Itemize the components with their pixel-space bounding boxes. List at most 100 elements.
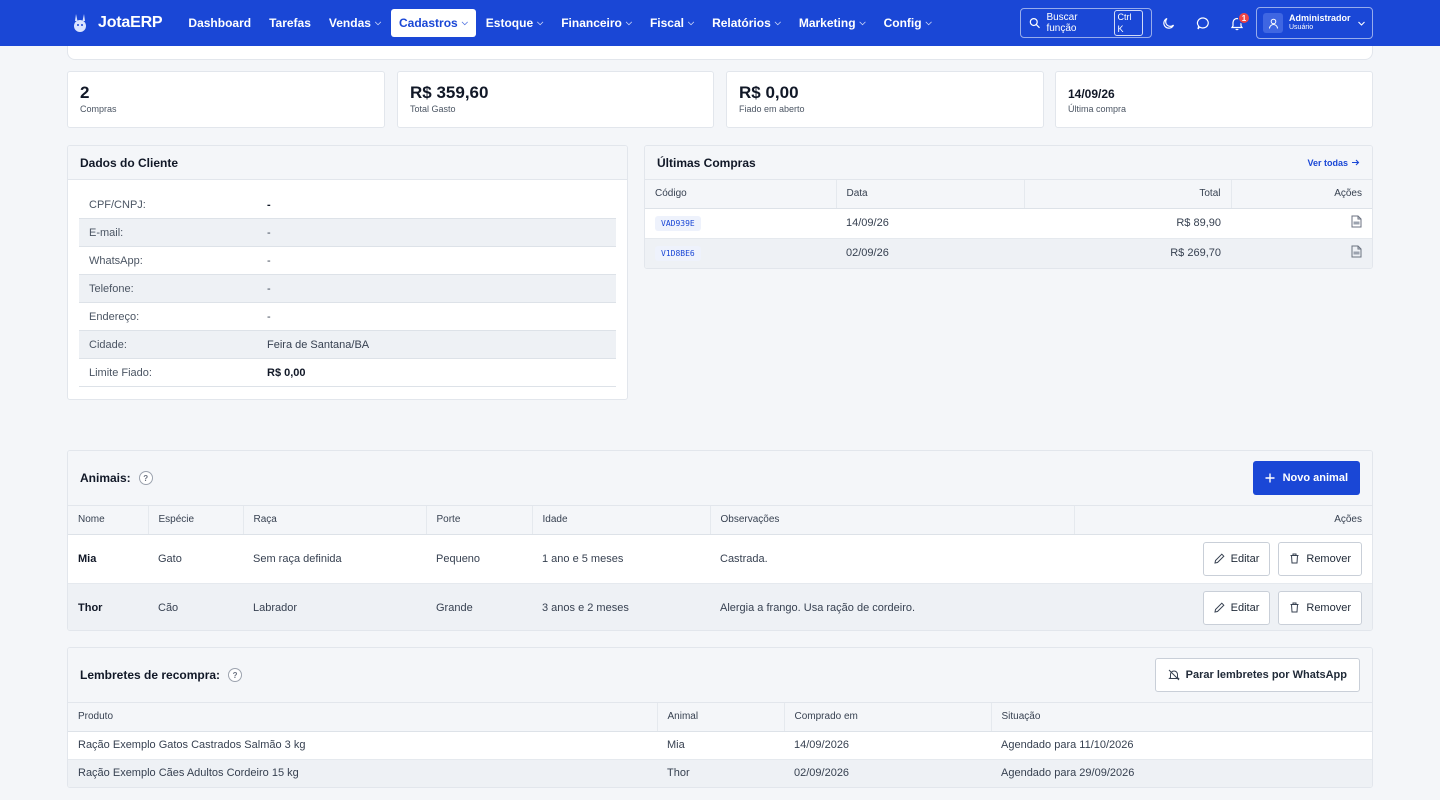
- main-nav: Dashboard Tarefas Vendas ⌵ Cadastros ⌵ Est…: [180, 9, 939, 37]
- stat-label: Compras: [80, 104, 117, 114]
- edit-label: Editar: [1230, 601, 1260, 614]
- chat-bubble-icon: [1196, 16, 1209, 29]
- actions-cell: Editar Remover: [1074, 583, 1372, 630]
- field-key: Endereço:: [89, 310, 140, 323]
- edit-button[interactable]: Editar: [1202, 590, 1271, 625]
- field-key: Limite Fiado:: [89, 366, 152, 379]
- trash-icon: [1290, 553, 1299, 564]
- remove-button[interactable]: Remover: [1278, 541, 1362, 576]
- actions-cell: [1231, 238, 1372, 268]
- nav-label: Relatórios: [712, 16, 771, 30]
- code-cell: V1D8BE6: [645, 238, 836, 268]
- animal-cell: Mia: [657, 731, 784, 760]
- animal-notes: Alergia a frango. Usa ração de cordeiro.: [710, 583, 1074, 630]
- field-key: Telefone:: [89, 282, 134, 295]
- table-row: Ração Exemplo Cães Adultos Cordeiro 15 k…: [68, 759, 1372, 787]
- last-purchases-panel: Últimas Compras Ver todas Código Data To…: [644, 145, 1373, 269]
- chat-button[interactable]: [1186, 8, 1220, 38]
- col-header: Código: [645, 180, 837, 209]
- animal-size: Pequeno: [426, 534, 532, 584]
- brand-name: JotaERP: [98, 14, 163, 31]
- sale-code-link[interactable]: V1D8BE6: [655, 245, 701, 261]
- sale-code-link[interactable]: VAD939E: [655, 215, 701, 231]
- see-all-label: Ver todas: [1307, 157, 1348, 168]
- stop-reminders-label: Parar lembretes por WhatsApp: [1185, 669, 1347, 681]
- user-menu[interactable]: Administrador Usuário: [1256, 7, 1373, 39]
- notifications-button[interactable]: 1: [1220, 8, 1254, 38]
- rabbit-logo-icon: [74, 14, 86, 32]
- nav-marketing[interactable]: Marketing ⌵: [791, 9, 874, 37]
- nav-estoque[interactable]: Estoque ⌵: [478, 9, 551, 37]
- field-value: R$ 0,00: [267, 366, 306, 379]
- nav-label: Config: [883, 16, 922, 30]
- field-value: -: [267, 254, 271, 267]
- remove-button[interactable]: Remover: [1278, 590, 1362, 625]
- nav-label: Financeiro: [561, 16, 622, 30]
- col-header: Comprado em: [784, 703, 992, 732]
- table-row: Mia Gato Sem raça definida Pequeno 1 ano…: [68, 534, 1372, 584]
- nav-tarefas[interactable]: Tarefas: [261, 9, 319, 37]
- nav-label: Fiscal: [649, 16, 684, 30]
- table-row: Ração Exemplo Gatos Castrados Salmão 3 k…: [68, 731, 1372, 760]
- total-cell: R$ 89,90: [1024, 208, 1231, 239]
- nav-config[interactable]: Config ⌵: [876, 9, 940, 37]
- nav-fiscal[interactable]: Fiscal ⌵: [642, 9, 702, 37]
- see-all-link[interactable]: Ver todas: [1307, 158, 1360, 168]
- edit-button[interactable]: Editar: [1202, 541, 1271, 576]
- nav-cadastros[interactable]: Cadastros ⌵: [391, 9, 476, 37]
- add-animal-button[interactable]: Novo animal: [1252, 461, 1360, 495]
- field-row: CPF/CNPJ: -: [79, 191, 616, 219]
- panel-header: Últimas Compras Ver todas: [645, 146, 1372, 180]
- product-cell: Ração Exemplo Cães Adultos Cordeiro 15 k…: [68, 759, 657, 787]
- animal-name: Mia: [68, 534, 148, 584]
- field-value: -: [267, 282, 271, 295]
- nav-financeiro[interactable]: Financeiro ⌵: [553, 9, 640, 37]
- reminders-panel: Lembretes de recompra: ? Parar lembretes…: [67, 647, 1373, 788]
- help-icon[interactable]: ?: [228, 668, 243, 682]
- brand[interactable]: JotaERP: [70, 13, 163, 33]
- animal-notes: Castrada.: [710, 534, 1074, 584]
- animal-species: Gato: [148, 534, 243, 584]
- stat-card-open-credit: R$ 0,00 Fiado em aberto: [726, 71, 1044, 128]
- theme-toggle-button[interactable]: [1152, 8, 1186, 38]
- col-header: Observações: [710, 506, 1075, 535]
- function-search-button[interactable]: Buscar função Ctrl K: [1020, 8, 1152, 38]
- field-row: Cidade: Feira de Santana/BA: [79, 331, 616, 359]
- code-cell: VAD939E: [645, 208, 836, 239]
- col-header: Idade: [532, 506, 711, 535]
- remove-label: Remover: [1306, 601, 1351, 614]
- bought-cell: 14/09/2026: [784, 731, 991, 760]
- bought-cell: 02/09/2026: [784, 759, 991, 787]
- col-header: Ações: [1074, 506, 1372, 535]
- user-name: Administrador: [1289, 13, 1351, 23]
- col-header: Porte: [426, 506, 533, 535]
- stop-whatsapp-reminders-button[interactable]: Parar lembretes por WhatsApp: [1154, 658, 1360, 692]
- field-key: Cidade:: [89, 338, 127, 351]
- nav-relatorios[interactable]: Relatórios ⌵: [704, 9, 789, 37]
- help-icon[interactable]: ?: [138, 471, 153, 485]
- animal-cell: Thor: [657, 759, 784, 787]
- add-animal-label: Novo animal: [1282, 472, 1348, 484]
- stat-label: Fiado em aberto: [739, 104, 805, 114]
- stat-card-purchases: 2 Compras: [67, 71, 385, 128]
- col-header: Raça: [243, 506, 427, 535]
- status-cell: Agendado para 11/10/2026: [991, 731, 1372, 760]
- stat-value: R$ 0,00: [739, 83, 799, 102]
- pdf-receipt-icon[interactable]: [1351, 245, 1362, 258]
- arrow-right-icon: [1352, 159, 1360, 166]
- nav-label: Vendas: [328, 16, 371, 30]
- nav-label: Dashboard: [188, 16, 252, 30]
- plus-icon: [1265, 473, 1275, 483]
- stat-card-last-purchase: 14/09/26 Última compra: [1055, 71, 1373, 128]
- col-header: Produto: [68, 703, 658, 732]
- animal-size: Grande: [426, 583, 532, 630]
- nav-dashboard[interactable]: Dashboard: [180, 9, 259, 37]
- nav-vendas[interactable]: Vendas ⌵: [321, 9, 389, 37]
- chevron-down-icon: ⌵: [925, 18, 932, 27]
- pdf-receipt-icon[interactable]: [1351, 215, 1362, 228]
- nav-actions: Buscar função Ctrl K 1 Administrador Usu…: [1020, 7, 1373, 39]
- field-row: E-mail: -: [79, 219, 616, 247]
- notification-badge: 1: [1238, 12, 1250, 24]
- table-row: V1D8BE6 02/09/26 R$ 269,70: [645, 238, 1372, 268]
- col-header: Data: [836, 180, 1025, 209]
